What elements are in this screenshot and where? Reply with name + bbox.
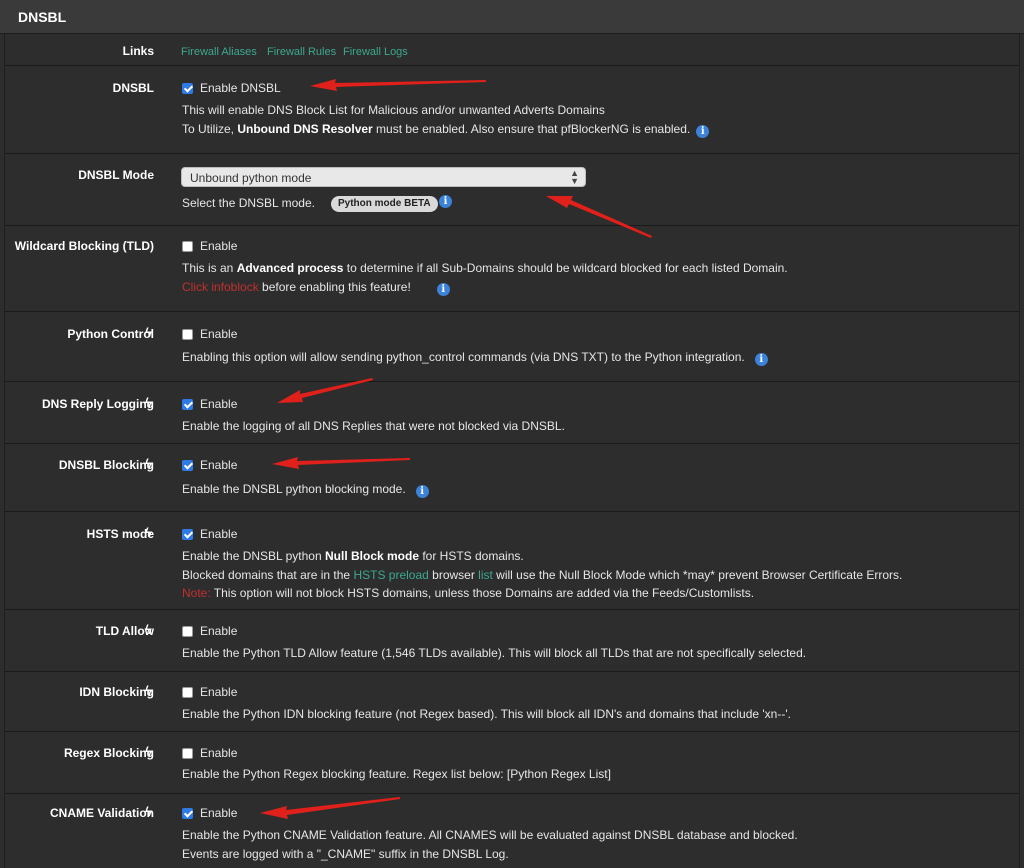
row-cname-validation: CNAME Validation ϟ Enable Enable the Pyt… xyxy=(5,794,1019,868)
lightning-bolt-icon: ϟ xyxy=(145,525,152,540)
row-links: Links xyxy=(5,34,1019,66)
dnsbl-help-1: This will enable DNS Block List for Mali… xyxy=(182,103,605,117)
row-dnsbl-blocking: DNSBL Blocking ϟ Enable Enable the DNSBL… xyxy=(5,444,1019,512)
tld-allow-enable-label: Enable xyxy=(200,624,238,638)
info-circle-icon[interactable]: i xyxy=(415,485,429,498)
link-firewall-logs[interactable]: Firewall Logs xyxy=(343,46,408,58)
dnsbl-mode-help: Select the DNSBL mode. xyxy=(182,196,315,210)
dnsbl-blocking-checkbox[interactable] xyxy=(182,460,193,471)
tld-allow-checkbox[interactable] xyxy=(182,626,193,637)
wildcard-help-2: Click infoblock before enabling this fea… xyxy=(182,280,450,296)
idn-help: Enable the Python IDN blocking feature (… xyxy=(182,707,791,721)
lightning-bolt-icon: ϟ xyxy=(145,622,152,637)
row-dnsbl: DNSBL Enable DNSBL This will enable DNS … xyxy=(5,66,1019,154)
dnsbl-mode-label: DNSBL Mode xyxy=(78,168,154,182)
hsts-help-2: Blocked domains that are in the HSTS pre… xyxy=(182,568,903,582)
python-control-label: Python Control xyxy=(67,327,154,341)
lightning-bolt-icon: ϟ xyxy=(145,395,152,410)
hsts-checkbox[interactable] xyxy=(182,529,193,540)
wildcard-enable-checkbox[interactable] xyxy=(182,241,193,252)
info-circle-icon[interactable]: i xyxy=(696,125,710,138)
info-circle-icon[interactable]: i xyxy=(436,283,450,296)
links-label: Links xyxy=(122,44,154,58)
reply-logging-enable-label: Enable xyxy=(200,397,238,411)
info-circle-icon[interactable]: i xyxy=(754,353,768,366)
dnsbl-blocking-enable-label: Enable xyxy=(200,458,238,472)
lightning-bolt-icon: ϟ xyxy=(145,683,152,698)
row-regex-blocking: Regex Blocking ϟ Enable Enable the Pytho… xyxy=(5,732,1019,794)
regex-checkbox[interactable] xyxy=(182,748,193,759)
hsts-enable-label: Enable xyxy=(200,527,238,541)
hsts-label: HSTS mode xyxy=(86,527,154,541)
link-firewall-rules[interactable]: Firewall Rules xyxy=(267,46,336,58)
dnsbl-mode-selected-value: Unbound python mode xyxy=(190,171,312,185)
dnsbl-label: DNSBL xyxy=(112,81,154,95)
cname-checkbox[interactable] xyxy=(182,808,193,819)
idn-checkbox[interactable] xyxy=(182,687,193,698)
row-hsts-mode: HSTS mode ϟ Enable Enable the DNSBL pyth… xyxy=(5,512,1019,610)
cname-help-2: Events are logged with a "_CNAME" suffix… xyxy=(182,847,509,861)
row-dnsbl-mode: DNSBL Mode Select the DNSBL mode. xyxy=(5,154,1019,226)
wildcard-enable-label: Enable xyxy=(200,239,238,253)
hsts-help-3: Note: This option will not block HSTS do… xyxy=(182,586,755,600)
row-idn-blocking: IDN Blocking ϟ Enable Enable the Python … xyxy=(5,672,1019,732)
lightning-bolt-icon: ϟ xyxy=(145,456,152,471)
info-circle-icon[interactable]: i xyxy=(439,195,452,208)
row-python-control: Python Control ϟ Enable Enabling this op… xyxy=(5,312,1019,382)
row-wildcard-blocking: Wildcard Blocking (TLD) Enable This is a… xyxy=(5,226,1019,312)
panel-border-right xyxy=(1019,34,1020,868)
wildcard-label: Wildcard Blocking (TLD) xyxy=(14,239,154,253)
click-infoblock-link[interactable]: Click infoblock xyxy=(182,280,259,294)
hsts-help-1: Enable the DNSBL python Null Block mode … xyxy=(182,549,524,563)
cname-enable-label: Enable xyxy=(200,806,238,820)
reply-logging-label: DNS Reply Logging xyxy=(42,397,154,411)
reply-logging-checkbox[interactable] xyxy=(182,399,193,410)
dnsbl-blocking-label: DNSBL Blocking xyxy=(58,458,154,472)
regex-help: Enable the Python Regex blocking feature… xyxy=(182,767,611,781)
cname-help-1: Enable the Python CNAME Validation featu… xyxy=(182,828,798,842)
lightning-bolt-icon: ϟ xyxy=(145,804,152,819)
dnsbl-enable-label: Enable DNSBL xyxy=(200,81,281,95)
reply-logging-help: Enable the logging of all DNS Replies th… xyxy=(182,419,565,433)
lightning-bolt-icon: ϟ xyxy=(145,744,152,759)
dnsbl-blocking-help: Enable the DNSBL python blocking mode. i xyxy=(182,482,429,498)
wildcard-help-1: This is an Advanced process to determine… xyxy=(182,261,788,275)
regex-label: Regex Blocking xyxy=(63,746,154,760)
tld-allow-help: Enable the Python TLD Allow feature (1,5… xyxy=(182,646,807,660)
idn-enable-label: Enable xyxy=(200,685,238,699)
dnsbl-enable-checkbox[interactable] xyxy=(182,83,193,94)
python-control-help: Enabling this option will allow sending … xyxy=(182,350,768,366)
hsts-list-link[interactable]: list xyxy=(478,568,493,582)
python-mode-beta-badge: Python mode BETA xyxy=(331,196,438,212)
link-firewall-aliases[interactable]: Firewall Aliases xyxy=(181,46,257,58)
dnsbl-help-2: To Utilize, Unbound DNS Resolver must be… xyxy=(182,122,710,138)
row-tld-allow: TLD Allow ϟ Enable Enable the Python TLD… xyxy=(5,610,1019,672)
python-control-checkbox[interactable] xyxy=(182,329,193,340)
idn-label: IDN Blocking xyxy=(79,685,154,699)
dnsbl-mode-select[interactable]: Unbound python mode ▲ ▼ xyxy=(181,167,586,187)
panel-title: DNSBL xyxy=(18,9,67,25)
python-control-enable-label: Enable xyxy=(200,327,238,341)
panel-heading: DNSBL xyxy=(0,0,1024,34)
regex-enable-label: Enable xyxy=(200,746,238,760)
row-dns-reply-logging: DNS Reply Logging ϟ Enable Enable the lo… xyxy=(5,382,1019,444)
up-down-caret-icon: ▲ ▼ xyxy=(570,168,579,186)
lightning-bolt-icon: ϟ xyxy=(145,325,152,340)
hsts-preload-link[interactable]: HSTS preload xyxy=(353,568,428,582)
cname-label: CNAME Validation xyxy=(49,806,154,820)
